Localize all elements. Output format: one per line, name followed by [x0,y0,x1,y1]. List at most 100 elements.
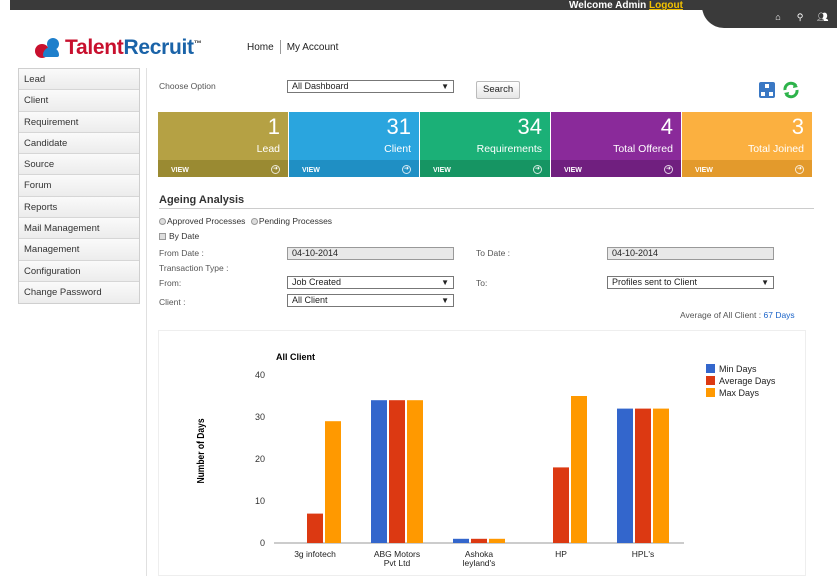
tile-label: Client [384,143,411,155]
legend-swatch [706,388,715,397]
sidebar-item-management[interactable]: Management [19,239,139,261]
tile-count: 31 [386,114,411,139]
sidebar-item-candidate[interactable]: Candidate [19,132,139,155]
tile-footer: VIEW ➜ [420,160,550,177]
chart-svg: All Client 0 10 20 30 40 Number of Days 3g info… [195,352,776,568]
tile-footer: VIEW ➜ [682,160,812,177]
top-bar: Welcome Admin Logout ⌂ ⚲ 👥︎ [0,0,837,28]
sidebar-item-configuration[interactable]: Configuration [19,260,139,282]
bar-min-days [617,408,633,543]
tile-label: Total Joined [747,143,804,155]
radio-pending-label: Pending Processes [258,216,333,226]
average-label: Average of All Client : [680,310,762,320]
nav-home[interactable]: Home [247,42,274,53]
dashboard-select[interactable]: All Dashboard ▼ [287,80,454,93]
legend-label: Average Days [719,376,776,386]
x-tick-label: leyland's [463,558,496,568]
client-select[interactable]: All Client ▼ [287,294,454,307]
bar-max-days [571,396,587,543]
y-tick-label: 40 [255,370,265,380]
search-button[interactable]: Search [476,81,521,99]
from-date-input[interactable]: 04-10-2014 [287,247,454,260]
bar-min-days [371,400,387,543]
search-icon[interactable]: ⚲ [795,12,805,23]
tile-count: 4 [660,114,673,139]
y-axis-label: Number of Days [195,418,206,483]
sidebar: Lead Client Requirement Candidate Source… [18,68,140,305]
sidebar-item-reports[interactable]: Reports [19,196,139,219]
sidebar-item-mail-management[interactable]: Mail Management [19,218,139,240]
x-tick-label: HPL's [632,549,654,559]
view-link[interactable]: VIEW [433,167,451,174]
sidebar-item-forum[interactable]: Forum [19,175,139,197]
bar-max-days [407,400,423,543]
tile-lead: 1 Lead VIEW ➜ [158,112,288,177]
process-radio-group: Approved Processes Pending Processes [159,216,332,226]
bar-average-days [471,538,487,543]
view-link[interactable]: VIEW [302,167,320,174]
choose-option-label: Choose Option [159,81,216,91]
arrow-right-icon[interactable]: ➜ [402,165,411,174]
nav-my-account[interactable]: My Account [287,42,339,53]
bar-average-days [635,408,651,543]
nav-divider [279,40,281,54]
view-link[interactable]: VIEW [171,167,189,174]
sidebar-item-requirement[interactable]: Requirement [19,111,139,133]
to-date-input[interactable]: 04-10-2014 [607,247,774,260]
refresh-icon[interactable] [781,81,801,99]
to-select-value: Profiles sent to Client [612,277,698,287]
y-tick-label: 10 [255,496,265,506]
hierarchy-icon[interactable] [759,82,775,98]
transaction-type-label: Transaction Type : [159,263,229,273]
sidebar-item-client[interactable]: Client [19,90,139,112]
view-link[interactable]: VIEW [695,167,713,174]
by-date-label: By Date [169,231,200,241]
bar-max-days [325,421,341,543]
logo[interactable]: TalentRecruit™ [33,36,202,60]
logout-link[interactable]: Logout [649,0,683,11]
tile-total-offered: 4 Total Offered VIEW ➜ [551,112,681,177]
bar-average-days [389,400,405,543]
legend-swatch [706,376,715,385]
users-icon[interactable]: 👥︎ [817,12,828,23]
logo-mark-icon [33,37,65,59]
stat-tiles: 1 Lead VIEW ➜ 31 Client VIEW ➜ 34 Requir… [158,112,812,177]
client-label: Client : [159,297,186,307]
tile-footer: VIEW ➜ [158,160,288,177]
radio-pending[interactable] [250,218,258,225]
tile-total-joined: 3 Total Joined VIEW ➜ [682,112,812,177]
chart-title: All Client [276,352,315,362]
arrow-right-icon[interactable]: ➜ [795,165,804,174]
by-date-checkbox[interactable] [159,233,166,240]
tile-label: Total Offered [613,143,673,155]
arrow-right-icon[interactable]: ➜ [271,165,280,174]
sidebar-item-source[interactable]: Source [19,154,139,176]
tile-client: 31 Client VIEW ➜ [289,112,419,177]
tile-count: 1 [267,114,280,139]
from-select[interactable]: Job Created ▼ [287,276,454,289]
chevron-down-icon: ▼ [761,278,769,287]
top-nav: Home My Account [247,40,338,54]
view-link[interactable]: VIEW [564,167,582,174]
sidebar-item-lead[interactable]: Lead [19,69,139,91]
sidebar-item-change-password[interactable]: Change Password [19,281,139,304]
chevron-down-icon: ▼ [441,296,449,305]
to-select[interactable]: Profiles sent to Client ▼ [607,276,774,289]
bar-min-days [453,538,469,543]
from-select-value: Job Created [292,277,342,287]
radio-approved[interactable] [159,218,166,225]
home-icon[interactable]: ⌂ [773,12,783,23]
y-tick-label: 20 [255,454,265,464]
tile-count: 34 [517,114,542,139]
top-icons: ⌂ ⚲ 👥︎ [773,12,828,23]
arrow-right-icon[interactable]: ➜ [533,165,542,174]
welcome-text: Welcome Admin Logout [569,0,683,11]
tile-label: Requirements [476,143,542,155]
dashboard-select-value: All Dashboard [292,81,349,91]
section-title: Ageing Analysis [159,194,245,206]
x-tick-label: 3g infotech [294,549,336,559]
average-text: Average of All Client : 67 Days [680,310,795,320]
average-value: 67 Days [763,310,795,320]
arrow-right-icon[interactable]: ➜ [664,165,673,174]
x-tick-label: HP [555,549,567,559]
